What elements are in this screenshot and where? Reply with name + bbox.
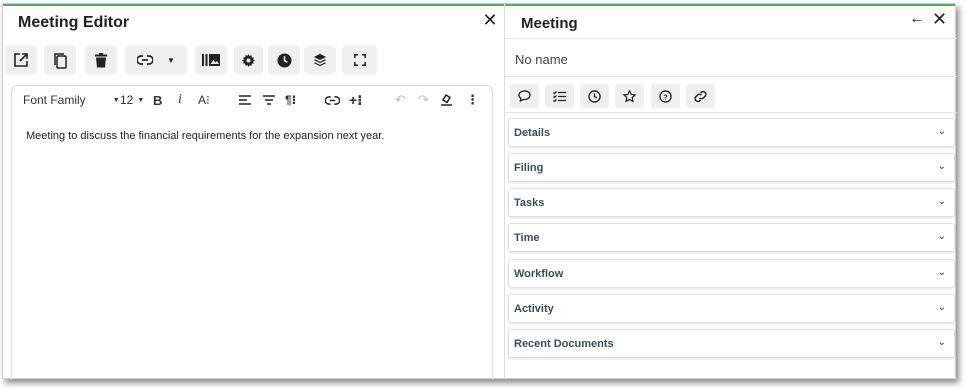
chevron-down-icon: ⌄ <box>937 196 946 207</box>
align-left-button[interactable] <box>239 91 251 109</box>
fullscreen-button[interactable] <box>342 46 377 74</box>
settings-button[interactable] <box>234 46 263 74</box>
link-icon <box>694 90 707 102</box>
library-icon <box>202 54 220 66</box>
help-icon: ? <box>659 89 672 103</box>
section-activity[interactable]: Activity ⌄ <box>508 294 955 323</box>
section-label: Filing <box>514 161 544 174</box>
clock-icon <box>276 52 292 68</box>
editor-title: Meeting Editor <box>18 14 130 31</box>
chevron-down-icon: ⌄ <box>937 231 946 242</box>
redo-button[interactable]: ↷ <box>418 91 429 109</box>
section-recent-documents[interactable]: Recent Documents ⌄ <box>508 329 955 358</box>
text-style-button[interactable]: A⁝ <box>198 91 210 109</box>
name-divider <box>505 76 957 77</box>
chevron-down-icon: ▼ <box>112 96 120 104</box>
header-divider <box>505 38 957 39</box>
library-button[interactable] <box>195 46 227 74</box>
panel-title: Meeting <box>521 15 578 32</box>
chevron-down-icon: ▼ <box>137 96 145 104</box>
star-icon <box>623 89 636 102</box>
actions-divider <box>505 112 957 113</box>
eraser-icon <box>441 94 452 106</box>
section-tasks[interactable]: Tasks ⌄ <box>508 188 955 217</box>
section-label: Details <box>514 126 551 139</box>
layers-button[interactable] <box>304 46 336 74</box>
comment-icon <box>518 90 531 102</box>
link-icon <box>325 95 340 105</box>
editor-content[interactable]: Meeting to discuss the financial require… <box>26 130 384 142</box>
gear-icon <box>242 53 255 67</box>
delete-button[interactable] <box>85 46 117 74</box>
paragraph-button[interactable]: ¶⁝ <box>285 91 296 109</box>
bold-button[interactable]: B <box>153 91 162 109</box>
tasks-button[interactable] <box>545 84 574 108</box>
section-filing[interactable]: Filing ⌄ <box>508 153 955 182</box>
section-label: Recent Documents <box>514 337 614 350</box>
time-button[interactable] <box>580 84 609 108</box>
chevron-down-icon: ⌄ <box>937 337 946 348</box>
open-external-icon <box>14 53 28 67</box>
clock-icon <box>588 89 601 103</box>
copy-button[interactable] <box>44 46 76 74</box>
insert-link-button[interactable] <box>325 91 340 109</box>
close-panel-icon[interactable]: ✕ <box>932 9 947 30</box>
more-options-icon[interactable]: ⋮ <box>466 91 479 109</box>
checklist-icon <box>553 90 566 102</box>
section-label: Tasks <box>514 196 545 209</box>
align-left-icon <box>239 95 251 105</box>
link-button[interactable] <box>686 84 715 108</box>
back-arrow-icon[interactable]: ← <box>909 10 925 28</box>
section-label: Activity <box>514 302 554 315</box>
layers-icon <box>313 53 327 67</box>
chevron-down-icon: ⌄ <box>937 161 946 172</box>
link-dropdown-button[interactable]: ▼ <box>125 46 187 74</box>
chevron-down-icon: ⌄ <box>937 267 946 278</box>
section-time[interactable]: Time ⌄ <box>508 223 955 252</box>
copy-icon <box>54 52 67 69</box>
close-editor-icon[interactable]: ✕ <box>481 10 499 30</box>
insert-button[interactable]: +⁝ <box>349 91 363 109</box>
open-external-button[interactable] <box>5 46 37 74</box>
italic-button[interactable]: i <box>178 91 182 109</box>
chevron-down-icon: ⌄ <box>937 126 946 137</box>
meeting-panel: Meeting ← ✕ No name ? Details ⌄ Filing ⌄… <box>505 4 957 378</box>
font-family-value: Font Family <box>23 93 86 107</box>
favorite-button[interactable] <box>615 84 644 108</box>
align-center-icon <box>263 95 275 105</box>
section-workflow[interactable]: Workflow ⌄ <box>508 259 955 288</box>
format-toolbar: Font Family ▼ 12 ▼ B i A⁝ ¶⁝ +⁝ ↶ ↷ ⋮ <box>12 86 492 113</box>
svg-text:?: ? <box>663 92 668 101</box>
help-button[interactable]: ? <box>651 84 680 108</box>
format-painter-button[interactable] <box>440 91 453 109</box>
delete-icon <box>95 52 107 67</box>
font-size-select[interactable]: 12 ▼ <box>120 91 144 109</box>
chevron-down-icon: ▼ <box>167 55 175 65</box>
section-details[interactable]: Details ⌄ <box>508 118 955 147</box>
app-window: Meeting Editor ✕ ▼ Font Family ▼ 12 ▼ B … <box>2 3 957 380</box>
font-family-select[interactable]: Font Family ▼ <box>23 91 120 109</box>
meeting-name[interactable]: No name <box>515 52 568 67</box>
undo-button[interactable]: ↶ <box>395 91 406 109</box>
font-size-value: 12 <box>120 93 134 107</box>
link-icon <box>137 55 154 65</box>
rich-text-editor[interactable]: Font Family ▼ 12 ▼ B i A⁝ ¶⁝ +⁝ ↶ ↷ ⋮ Me… <box>11 85 493 380</box>
history-button[interactable] <box>268 46 300 74</box>
section-label: Workflow <box>514 267 564 280</box>
meeting-editor-pane: Meeting Editor ✕ ▼ Font Family ▼ 12 ▼ B … <box>3 4 504 380</box>
section-label: Time <box>514 231 540 244</box>
comment-button[interactable] <box>510 84 539 108</box>
list-button[interactable] <box>263 91 275 109</box>
chevron-down-icon: ⌄ <box>937 302 946 313</box>
fullscreen-icon <box>353 54 366 66</box>
